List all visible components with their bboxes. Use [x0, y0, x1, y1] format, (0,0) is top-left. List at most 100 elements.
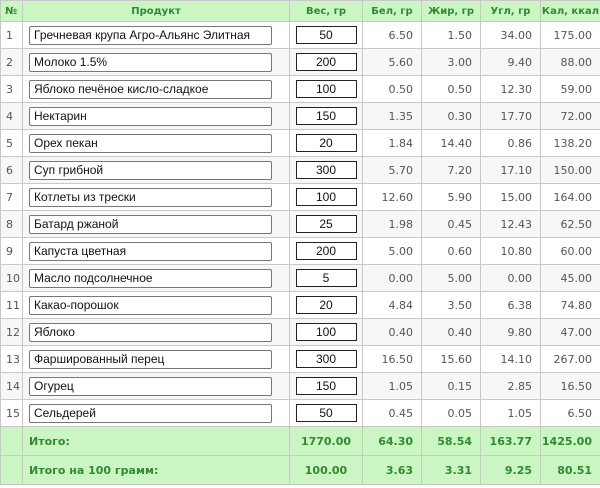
kcal-value: 150.00	[540, 156, 600, 184]
carbs-value: 17.70	[480, 102, 541, 130]
weight-input[interactable]: 20	[295, 296, 357, 314]
row-number: 14	[0, 372, 23, 400]
row-number: 9	[0, 237, 23, 265]
table-row: 10 Масло подсолнечное 5 0.00 5.00 0.00 4…	[0, 264, 600, 292]
weight-input[interactable]: 20	[295, 134, 357, 152]
table-row: 4 Нектарин 150 1.35 0.30 17.70 72.00	[0, 102, 600, 130]
product-input[interactable]: Суп грибной	[29, 160, 272, 180]
carbs-value: 2.85	[480, 372, 541, 400]
totals-protein: 64.30	[362, 426, 422, 456]
product-input[interactable]: Молоко 1.5%	[29, 52, 272, 72]
protein-value: 0.40	[362, 318, 422, 346]
row-number: 7	[0, 183, 23, 211]
weight-input[interactable]: 200	[295, 242, 357, 260]
protein-value: 1.98	[362, 210, 422, 238]
product-input[interactable]: Масло подсолнечное	[29, 268, 272, 288]
product-input[interactable]: Капуста цветная	[29, 241, 272, 261]
per100-fat: 3.31	[421, 455, 481, 485]
table-row: 5 Орех пекан 20 1.84 14.40 0.86 138.20	[0, 129, 600, 157]
protein-value: 1.05	[362, 372, 422, 400]
protein-value: 12.60	[362, 183, 422, 211]
protein-value: 5.60	[362, 48, 422, 76]
product-input[interactable]: Орех пекан	[29, 133, 272, 153]
row-number: 5	[0, 129, 23, 157]
totals-carbs: 163.77	[480, 426, 541, 456]
weight-input[interactable]: 150	[295, 377, 357, 395]
table-row: 3 Яблоко печёное кисло-сладкое 100 0.50 …	[0, 75, 600, 103]
totals-kcal: 1425.00	[540, 426, 600, 456]
table-row: 8 Батард ржаной 25 1.98 0.45 12.43 62.50	[0, 210, 600, 238]
fat-value: 0.15	[421, 372, 481, 400]
product-input[interactable]: Какао-порошок	[29, 295, 272, 315]
fat-value: 0.45	[421, 210, 481, 238]
weight-input[interactable]: 100	[295, 323, 357, 341]
row-number: 12	[0, 318, 23, 346]
row-number: 4	[0, 102, 23, 130]
weight-input[interactable]: 50	[295, 26, 357, 44]
fat-value: 7.20	[421, 156, 481, 184]
header-fat: Жир, гр	[421, 0, 481, 22]
weight-input[interactable]: 300	[295, 161, 357, 179]
table-body: 1 Гречневая крупа Агро-Альянс Элитная 50…	[0, 21, 600, 427]
row-number: 11	[0, 291, 23, 319]
per100-carbs: 9.25	[480, 455, 541, 485]
carbs-value: 15.00	[480, 183, 541, 211]
product-input[interactable]: Яблоко печёное кисло-сладкое	[29, 79, 272, 99]
weight-input[interactable]: 100	[295, 188, 357, 206]
row-number: 1	[0, 21, 23, 49]
weight-input[interactable]: 300	[295, 350, 357, 368]
carbs-value: 1.05	[480, 399, 541, 427]
totals-label: Итого:	[22, 426, 290, 456]
fat-value: 0.05	[421, 399, 481, 427]
table-row: 11 Какао-порошок 20 4.84 3.50 6.38 74.80	[0, 291, 600, 319]
row-number: 13	[0, 345, 23, 373]
fat-value: 5.90	[421, 183, 481, 211]
fat-value: 0.50	[421, 75, 481, 103]
row-number: 15	[0, 399, 23, 427]
protein-value: 5.70	[362, 156, 422, 184]
header-protein: Бел, гр	[362, 0, 422, 22]
carbs-value: 6.38	[480, 291, 541, 319]
fat-value: 3.50	[421, 291, 481, 319]
per100-label: Итого на 100 грамм:	[22, 455, 290, 485]
weight-input[interactable]: 50	[295, 404, 357, 422]
protein-value: 0.50	[362, 75, 422, 103]
weight-input[interactable]: 5	[295, 269, 357, 287]
row-number: 8	[0, 210, 23, 238]
carbs-value: 10.80	[480, 237, 541, 265]
fat-value: 15.60	[421, 345, 481, 373]
table-row: 13 Фаршированный перец 300 16.50 15.60 1…	[0, 345, 600, 373]
carbs-value: 0.86	[480, 129, 541, 157]
protein-value: 1.35	[362, 102, 422, 130]
product-input[interactable]: Фаршированный перец	[29, 349, 272, 369]
product-input[interactable]: Котлеты из трески	[29, 187, 272, 207]
kcal-value: 164.00	[540, 183, 600, 211]
product-input[interactable]: Сельдерей	[29, 403, 272, 423]
protein-value: 16.50	[362, 345, 422, 373]
row-number: 10	[0, 264, 23, 292]
protein-value: 0.45	[362, 399, 422, 427]
table-row: 2 Молоко 1.5% 200 5.60 3.00 9.40 88.00	[0, 48, 600, 76]
per100-weight: 100.00	[289, 455, 363, 485]
protein-value: 5.00	[362, 237, 422, 265]
table-row: 9 Капуста цветная 200 5.00 0.60 10.80 60…	[0, 237, 600, 265]
fat-value: 0.60	[421, 237, 481, 265]
protein-value: 1.84	[362, 129, 422, 157]
product-input[interactable]: Гречневая крупа Агро-Альянс Элитная	[29, 25, 272, 45]
product-input[interactable]: Огурец	[29, 376, 272, 396]
product-input[interactable]: Яблоко	[29, 322, 272, 342]
weight-input[interactable]: 100	[295, 80, 357, 98]
carbs-value: 0.00	[480, 264, 541, 292]
product-input[interactable]: Нектарин	[29, 106, 272, 126]
weight-input[interactable]: 200	[295, 53, 357, 71]
product-input[interactable]: Батард ржаной	[29, 214, 272, 234]
weight-input[interactable]: 150	[295, 107, 357, 125]
kcal-value: 138.20	[540, 129, 600, 157]
kcal-value: 74.80	[540, 291, 600, 319]
weight-input[interactable]: 25	[295, 215, 357, 233]
carbs-value: 17.10	[480, 156, 541, 184]
carbs-value: 34.00	[480, 21, 541, 49]
header-row: № Продукт Вес, гр Бел, гр Жир, гр Угл, г…	[0, 0, 600, 22]
per100-kcal: 80.51	[540, 455, 600, 485]
nutrition-table: № Продукт Вес, гр Бел, гр Жир, гр Угл, г…	[0, 0, 600, 485]
